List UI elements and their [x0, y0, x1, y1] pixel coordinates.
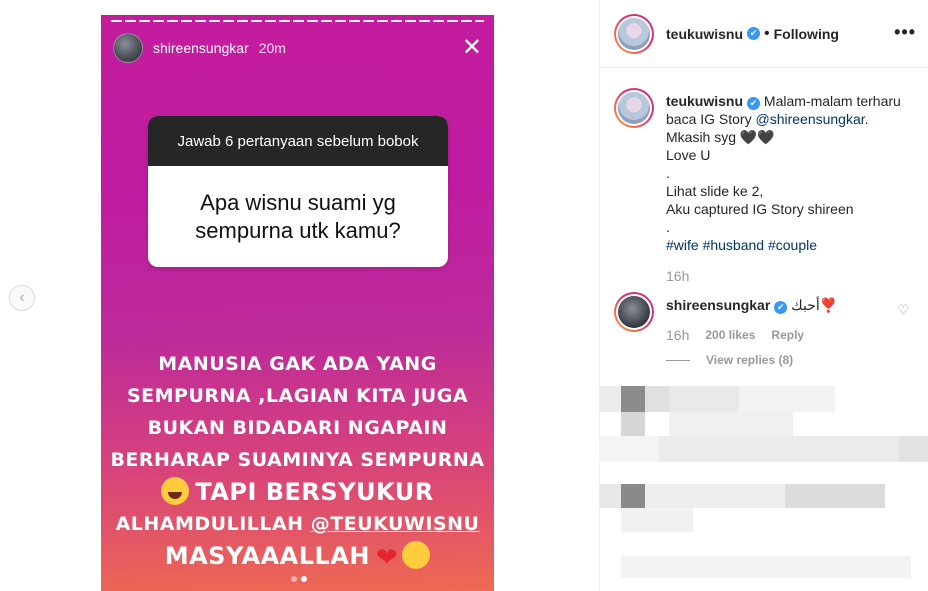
- caption-time[interactable]: 16h: [666, 268, 914, 284]
- comment: shireensungkar ✔ أحبك❣️ ♡ 16h 200 likes R…: [614, 292, 919, 367]
- answer-line: BUKAN BIDADARI NGAPAIN: [147, 417, 448, 439]
- slide-dot: [291, 576, 297, 582]
- author-username[interactable]: teukuwisnu: [666, 26, 743, 42]
- question-header: Jawab 6 pertanyaan sebelum bobok: [148, 116, 448, 166]
- reply-button[interactable]: Reply: [771, 328, 804, 342]
- story-avatar: [113, 33, 143, 63]
- story-header: shireensungkar 20m: [113, 33, 286, 63]
- comment-meta: 16h 200 likes Reply: [666, 327, 919, 343]
- following-button[interactable]: Following: [774, 26, 839, 42]
- laughing-emoji-icon: [161, 477, 190, 505]
- answer-line-final: MASYAAALLAH ❤: [101, 540, 494, 574]
- answer-line: MANUSIA GAK ADA YANG: [158, 353, 437, 375]
- post-header: teukuwisnu ✔ • Following •••: [600, 0, 928, 68]
- commenter-username[interactable]: shireensungkar: [666, 297, 770, 313]
- hashtag-link[interactable]: #couple: [768, 237, 817, 253]
- comment-likes[interactable]: 200 likes: [705, 328, 755, 342]
- caption-mention[interactable]: @shireensungkar: [755, 111, 864, 127]
- separator: •: [764, 24, 770, 42]
- slide-dot-active: [301, 576, 307, 582]
- caption-line: .: [864, 111, 869, 127]
- verified-badge-icon: ✔: [747, 27, 761, 40]
- answer-line: MASYAAALLAH: [164, 542, 370, 570]
- caption-line: Mkasih syg 🖤🖤: [666, 129, 775, 145]
- caption-line: .: [666, 165, 670, 181]
- answer-line-emoji: TAPI BERSYUKUR: [101, 476, 494, 508]
- answer-line: BERHARAP SUAMINYA SEMPURNA: [110, 449, 485, 471]
- answer-text: MANUSIA GAK ADA YANG SEMPURNA ,LAGIAN KI…: [101, 348, 494, 574]
- caption-line: .: [666, 219, 670, 235]
- author-avatar[interactable]: [614, 13, 654, 54]
- comment-text: أحبك❣️: [791, 297, 838, 313]
- prev-arrow-icon[interactable]: ‹: [9, 285, 35, 311]
- answer-line: TAPI BERSYUKUR: [195, 478, 434, 506]
- story-username: shireensungkar: [153, 40, 249, 56]
- view-replies-label: View replies (8): [706, 353, 794, 367]
- pixelated-overlay: [599, 376, 928, 591]
- heart-emoji-icon: ❤: [376, 543, 399, 573]
- answer-mention: @TEUKUWISNU: [310, 513, 480, 535]
- close-icon: ✕: [461, 34, 482, 61]
- commenter-avatar[interactable]: [614, 292, 654, 332]
- caption-line: Aku captured IG Story shireen: [666, 201, 854, 217]
- answer-line-mention: ALHAMDULILLAH @TEUKUWISNU: [101, 508, 494, 540]
- caption-text: teukuwisnu ✔ Malam-malam terharu baca IG …: [666, 88, 914, 254]
- story-time: 20m: [258, 40, 286, 56]
- like-heart-icon[interactable]: ♡: [897, 302, 909, 318]
- answer-line: SEMPURNA ,LAGIAN KITA JUGA: [126, 385, 469, 407]
- comment-time[interactable]: 16h: [666, 327, 689, 343]
- replies-line: [666, 359, 690, 361]
- caption-username[interactable]: teukuwisnu: [666, 93, 743, 109]
- story-image: shireensungkar 20m ✕ Jawab 6 pertanyaan …: [101, 15, 494, 591]
- story-progress-bar: [111, 20, 484, 22]
- hashtag-link[interactable]: #wife: [666, 237, 699, 253]
- hashtag-link[interactable]: #husband: [703, 237, 765, 253]
- caption-line: Lihat slide ke 2,: [666, 183, 764, 199]
- question-text: Apa wisnu suami yg sempurna utk kamu?: [195, 189, 401, 243]
- answer-line: ALHAMDULILLAH: [115, 513, 311, 535]
- hugging-emoji-icon: [402, 541, 431, 569]
- caption: teukuwisnu ✔ Malam-malam terharu baca IG …: [614, 88, 914, 284]
- more-options-icon[interactable]: •••: [894, 22, 916, 43]
- comment-body: shireensungkar ✔ أحبك❣️: [666, 292, 919, 314]
- view-replies[interactable]: View replies (8): [666, 353, 919, 367]
- caption-avatar[interactable]: [614, 88, 654, 128]
- slide-indicator: [291, 576, 307, 582]
- verified-badge-icon: ✔: [747, 97, 761, 110]
- caption-line: Love U: [666, 147, 711, 163]
- instagram-post-view: ‹ shireensungkar 20m ✕ Jawab 6 pertanyaa…: [0, 0, 928, 591]
- question-sticker: Jawab 6 pertanyaan sebelum bobok Apa wis…: [148, 116, 448, 267]
- verified-badge-icon: ✔: [774, 301, 788, 314]
